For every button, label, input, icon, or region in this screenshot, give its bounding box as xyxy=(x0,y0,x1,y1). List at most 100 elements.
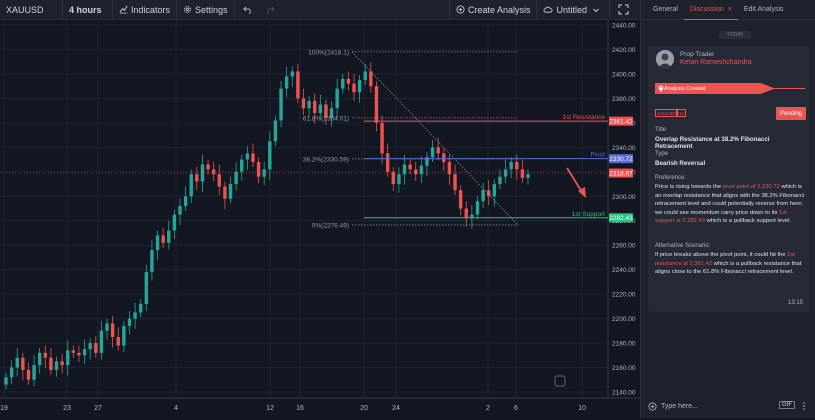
analysis-card: Prop Trader Ketan Rameshchandra Analysis… xyxy=(648,46,809,312)
candle-body xyxy=(453,174,457,191)
candle-body xyxy=(475,201,480,215)
level-price-label: 2361.42 xyxy=(609,118,633,125)
candle-body xyxy=(206,164,210,170)
status-banner: Analysis Created xyxy=(655,83,775,94)
tab-edit-analysis[interactable]: Edit Analysis xyxy=(738,0,790,20)
candle-body xyxy=(318,104,323,114)
status-banner-label: Analysis Created xyxy=(664,85,706,92)
timeframe-badge: H4 xyxy=(676,109,686,117)
y-tick-label: 2300.00 xyxy=(612,194,636,201)
message-input[interactable] xyxy=(661,402,771,410)
candle-body xyxy=(139,303,143,313)
x-tick-label: 4 xyxy=(174,405,178,412)
y-tick-label: 2260.00 xyxy=(612,243,636,250)
fib-level-label: 38.2%(2330.59) xyxy=(303,156,349,163)
alternative-label: Alternative Scenario: xyxy=(655,243,711,249)
layout-label: Untitled xyxy=(556,4,587,15)
level-label: 1st Resistance xyxy=(562,114,605,121)
settings-button[interactable]: Settings xyxy=(177,0,235,20)
create-analysis-label: Create Analysis xyxy=(467,4,531,15)
message-timestamp: 13:15 xyxy=(787,300,803,306)
candle-body xyxy=(77,352,81,356)
gear-icon xyxy=(184,6,191,13)
candle-body xyxy=(234,171,238,185)
title-value: Overlap Resistance at 38.2% Fibonacci Re… xyxy=(655,136,770,150)
indicators-button[interactable]: Indicators xyxy=(113,0,178,20)
indicators-icon xyxy=(119,5,128,14)
more-options-icon[interactable] xyxy=(802,401,806,411)
candle-body xyxy=(402,164,407,175)
y-tick-label: 2340.00 xyxy=(612,145,636,152)
candle-body xyxy=(99,330,104,353)
redo-button[interactable] xyxy=(261,0,283,20)
interval-selector[interactable]: 4 hours xyxy=(63,0,113,20)
candle-body xyxy=(369,71,373,87)
level-price-label: 2282.43 xyxy=(609,215,633,222)
x-tick-label: 19 xyxy=(0,405,8,412)
gif-button[interactable]: GIF xyxy=(779,401,795,409)
avatar xyxy=(656,50,674,68)
candle-body xyxy=(414,169,418,175)
fib-level-label: 0%(2276.49) xyxy=(312,223,349,230)
candle-body xyxy=(447,162,452,175)
message-input-bar: GIF xyxy=(648,399,809,413)
candle-body xyxy=(301,98,306,109)
create-analysis-button[interactable]: Create Analysis xyxy=(448,0,538,20)
level-label: Pivot xyxy=(591,152,606,159)
undo-button[interactable] xyxy=(239,0,261,20)
plus-circle-icon xyxy=(456,5,465,14)
candle-body xyxy=(509,162,513,170)
symbol-selector[interactable]: XAUUSD xyxy=(0,0,63,20)
candle-body xyxy=(144,272,149,304)
fullscreen-button[interactable] xyxy=(610,0,640,20)
x-tick-label: 10 xyxy=(578,405,586,412)
candle-body xyxy=(352,83,356,93)
tab-general[interactable]: General xyxy=(647,0,684,20)
candle-body xyxy=(183,196,188,207)
fib-level-label: 61.8%(2364.01) xyxy=(303,115,349,122)
candle-body xyxy=(54,361,59,370)
alternative-text: If price breaks above the pivot point, i… xyxy=(655,252,802,276)
price-chart[interactable]: 2440.002420.002400.002380.002360.002340.… xyxy=(0,20,640,418)
y-tick-label: 2380.00 xyxy=(612,96,636,103)
title-label: Title xyxy=(655,127,667,133)
candle-body xyxy=(49,357,53,370)
candle-body xyxy=(32,365,36,380)
layout-selector[interactable]: Untitled xyxy=(537,0,610,20)
add-icon[interactable] xyxy=(648,401,657,411)
candle-body xyxy=(279,88,283,121)
candle-body xyxy=(94,343,98,353)
candle-body xyxy=(464,208,468,219)
x-tick-label: 24 xyxy=(392,405,400,412)
chart-area[interactable]: 2440.002420.002400.002380.002360.002340.… xyxy=(0,20,640,418)
tab-discussion[interactable]: Discussion × xyxy=(683,0,738,20)
x-tick-label: 23 xyxy=(63,405,71,412)
candle-body xyxy=(127,318,132,326)
y-tick-label: 2200.00 xyxy=(612,316,636,323)
y-tick-label: 2440.00 xyxy=(612,23,636,30)
candle-body xyxy=(150,250,154,273)
candle-body xyxy=(307,100,311,109)
candle-body xyxy=(296,71,300,99)
candle-body xyxy=(60,361,64,366)
status-badge: Pending xyxy=(776,107,807,120)
type-value: Bearish Reversal xyxy=(655,160,706,167)
symbol-badge: XAUUSD xyxy=(655,109,678,117)
cloud-icon xyxy=(544,6,553,13)
snapshot-icon xyxy=(554,375,566,387)
x-tick-label: 16 xyxy=(296,405,304,412)
x-tick-label: 2 xyxy=(486,405,490,412)
y-tick-label: 2420.00 xyxy=(612,47,636,54)
y-tick-label: 2240.00 xyxy=(612,267,636,274)
preference-text: Price is rising towards the pivot point … xyxy=(655,184,805,225)
close-tab-icon[interactable]: × xyxy=(728,6,732,13)
candle-body xyxy=(37,352,42,366)
candle-body xyxy=(290,71,294,77)
candle-body xyxy=(520,169,525,178)
fullscreen-icon xyxy=(618,4,629,15)
candle-body xyxy=(251,153,255,163)
candle-body xyxy=(15,357,19,368)
candle-body xyxy=(161,235,165,243)
candle-body xyxy=(335,88,339,109)
candle-body xyxy=(116,336,120,346)
